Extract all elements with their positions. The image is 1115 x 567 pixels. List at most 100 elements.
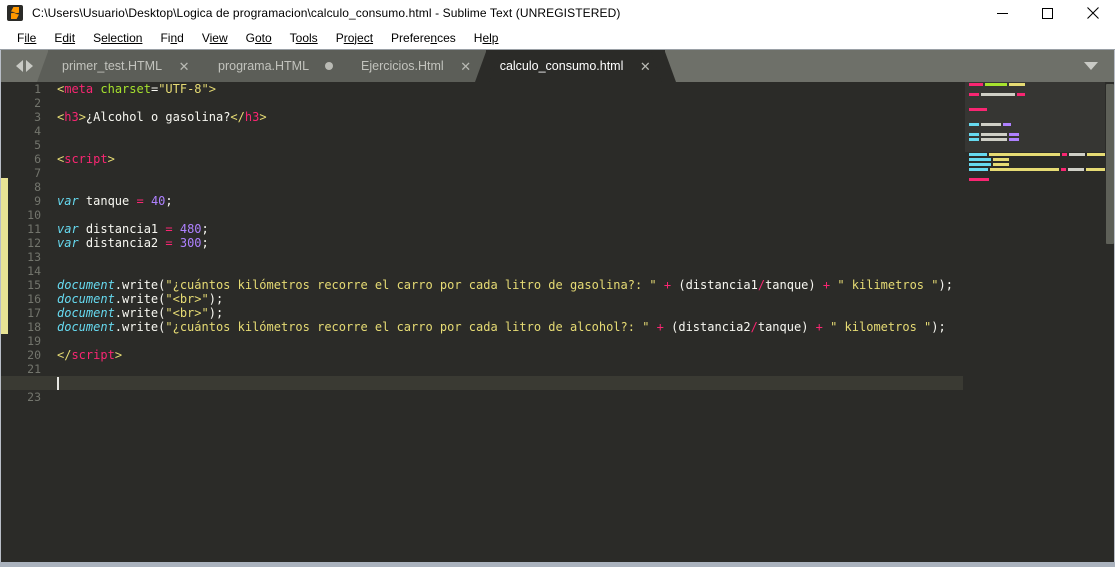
line-number-gutter: 1234567891011121314151617181920212223 [8,82,48,562]
minimap-segment [993,157,1009,161]
minimap-segment [1086,152,1105,156]
code-token: > [259,110,267,124]
code-line[interactable]: document.write("¿cuántos kilómetros reco… [48,278,963,292]
minimap-segment [1060,167,1066,171]
code-token: var [57,194,79,208]
code-line[interactable]: document.write("<br>"); [48,306,963,320]
code-line[interactable]: var distancia1 = 480; [48,222,963,236]
minimap-segment [1009,82,1025,86]
line-number: 4 [34,124,41,138]
tab-label: Ejercicios.Html [361,59,444,73]
code-line[interactable] [48,362,963,376]
tab-label: programa.HTML [218,59,310,73]
tab-ejercicios-html[interactable]: Ejercicios.Html ✕ [347,50,486,82]
minimap-line [965,167,1105,171]
code-token: ; [201,236,209,250]
menu-item-help[interactable]: Help [465,29,508,47]
menu-item-find[interactable]: Find [151,29,192,47]
code-line[interactable]: <meta charset="UTF-8"> [48,82,963,96]
code-line[interactable]: <h3>¿Alcohol o gasolina?</h3> [48,110,963,124]
minimap-line [965,82,1105,86]
maximize-button[interactable] [1025,0,1070,26]
tab-overflow-button[interactable] [1067,50,1115,82]
menu-item-goto[interactable]: Goto [237,29,281,47]
code-token: h3 [244,110,260,124]
next-tab-icon[interactable] [25,60,33,72]
menu-item-tools[interactable]: Tools [281,29,327,47]
minimap-segment [981,137,1007,141]
minimize-button[interactable] [980,0,1025,26]
menu-item-project[interactable]: Project [327,29,382,47]
code-line[interactable] [48,334,963,348]
code-token: script [64,152,108,166]
minimap-segment [981,92,1015,96]
tab-close-icon[interactable]: ✕ [639,60,651,73]
window-edge-left [0,50,1,562]
tab-close-icon[interactable]: ✕ [460,60,472,73]
prev-tab-icon[interactable] [15,60,23,72]
minimap-line [965,157,1105,161]
code-line[interactable] [48,138,963,152]
title-bar: C:\Users\Usuario\Desktop\Logica de progr… [0,0,1115,26]
line-number: 1 [34,82,41,96]
code-line[interactable]: </script> [48,348,963,362]
code-line[interactable] [48,96,963,110]
fold-strip [0,82,8,562]
menu-item-file[interactable]: File [8,29,45,47]
minimap-segment [969,167,988,171]
menu-item-edit[interactable]: Edit [45,29,84,47]
minimap-segment [969,82,983,86]
code-token: ); [938,278,953,292]
code-minimap[interactable] [965,82,1105,562]
scrollbar-thumb[interactable] [1106,84,1114,244]
code-line[interactable] [48,390,963,404]
code-line[interactable] [48,250,963,264]
code-line[interactable] [48,166,963,180]
code-line[interactable]: document.write("<br>"); [48,292,963,306]
code-token: ; [165,194,173,208]
code-line[interactable] [48,208,963,222]
code-line[interactable] [48,264,963,278]
code-token: ); [208,306,224,320]
code-line[interactable]: document.write("¿cuántos kilómetros reco… [48,320,963,334]
editor-pane[interactable]: 1234567891011121314151617181920212223 <m… [0,82,1115,562]
minimap-segment [1086,167,1105,171]
tab-modified-dot-icon[interactable] [325,62,334,70]
code-token: + [815,320,823,334]
close-button[interactable] [1070,0,1115,26]
code-line[interactable] [48,180,963,194]
code-token: "¿cuántos kilómetros recorre el carro po… [165,278,657,292]
tab-close-icon[interactable]: ✕ [178,60,190,73]
minimap-segment [969,177,989,181]
line-number: 13 [27,250,41,264]
code-token: h3 [64,110,79,124]
code-token: ); [931,320,946,334]
code-content[interactable]: <meta charset="UTF-8"> <h3>¿Alcohol o ga… [0,82,963,562]
menu-item-view[interactable]: View [193,29,237,47]
minimap-segment [993,162,1009,166]
tab-primer-test-html[interactable]: primer_test.HTML ✕ [48,50,205,82]
code-line[interactable]: var distancia2 = 300; [48,236,963,250]
tab-calculo-consumo-html[interactable]: calculo_consumo.html ✕ [485,50,666,82]
code-token: distancia1 [78,222,166,236]
line-number: 10 [27,208,41,222]
code-token: var [57,222,79,236]
sublime-text-window: C:\Users\Usuario\Desktop\Logica de progr… [0,0,1115,567]
code-line[interactable]: var tanque = 40; [48,194,963,208]
code-token: 40 [150,194,166,208]
menu-item-preferences[interactable]: Preferences [382,29,465,47]
code-token: .write( [114,306,166,320]
minimap-segment [1061,152,1067,156]
tab-programa-html[interactable]: programa.HTML [204,50,348,82]
code-fold-marker[interactable] [0,178,8,334]
line-number: 3 [34,110,41,124]
tab-label: primer_test.HTML [62,59,163,73]
code-token: 480 [179,222,202,236]
code-line[interactable]: <script> [48,152,963,166]
minimap-segment [969,122,979,126]
minimap-segment [1017,92,1025,96]
code-line[interactable] [48,124,963,138]
tab-bar: primer_test.HTML ✕ programa.HTML Ejercicios… [0,50,1115,82]
menu-item-selection[interactable]: Selection [84,29,151,47]
